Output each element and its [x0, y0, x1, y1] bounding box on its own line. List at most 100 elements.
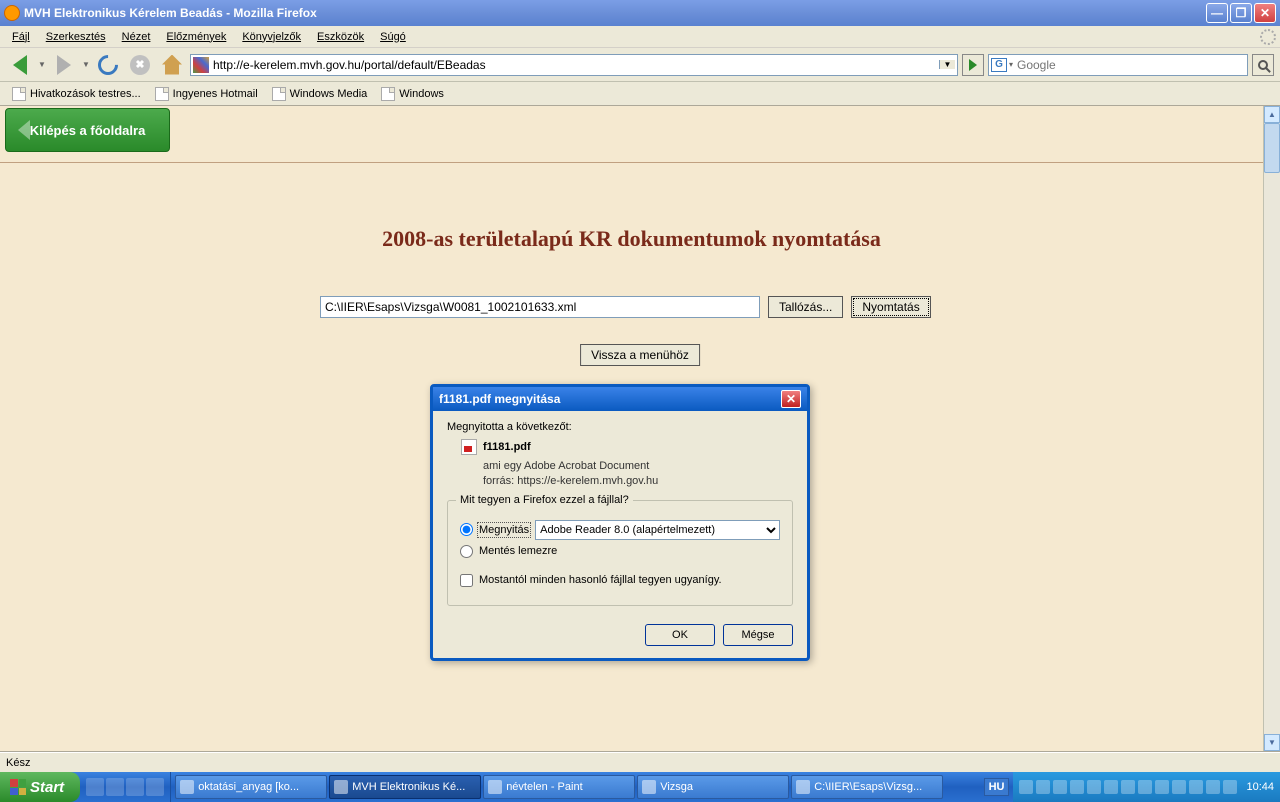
close-button[interactable]: ✕ [1254, 3, 1276, 23]
ql-icon[interactable] [146, 778, 164, 796]
option-save-row: Mentés lemezre [460, 545, 780, 558]
search-button[interactable] [1252, 54, 1274, 76]
tray-icon[interactable] [1121, 780, 1135, 794]
menu-view[interactable]: Nézet [114, 29, 159, 45]
start-button[interactable]: Start [0, 772, 80, 802]
dialog-close-button[interactable]: ✕ [781, 390, 801, 408]
tray-icon[interactable] [1104, 780, 1118, 794]
app-icon [796, 780, 810, 794]
menu-bookmarks[interactable]: Könyvjelzők [234, 29, 309, 45]
window-titlebar: MVH Elektronikus Kérelem Beadás - Mozill… [0, 0, 1280, 26]
option-save-radio[interactable] [460, 545, 473, 558]
tray-icon[interactable] [1189, 780, 1203, 794]
navigation-toolbar: ▼ ▼ ✖ ▼ G▾ [0, 48, 1280, 82]
ql-icon[interactable] [106, 778, 124, 796]
forward-button[interactable] [50, 51, 78, 79]
url-dropdown[interactable]: ▼ [939, 60, 955, 69]
exit-main-button[interactable]: Kilépés a főoldalra [5, 108, 170, 152]
stop-button[interactable]: ✖ [126, 51, 154, 79]
back-dropdown[interactable]: ▼ [38, 60, 46, 69]
window-title: MVH Elektronikus Kérelem Beadás - Mozill… [24, 6, 317, 20]
task-button[interactable]: MVH Elektronikus Ké... [329, 775, 481, 799]
minimize-button[interactable]: — [1206, 3, 1228, 23]
dialog-ok-button[interactable]: OK [645, 624, 715, 646]
url-input[interactable] [213, 58, 939, 72]
tray-icon[interactable] [1070, 780, 1084, 794]
tray-icon[interactable] [1138, 780, 1152, 794]
tray-icon[interactable] [1036, 780, 1050, 794]
app-icon [642, 780, 656, 794]
menu-file[interactable]: Fájl [4, 29, 38, 45]
remember-checkbox[interactable] [460, 574, 473, 587]
option-open-label[interactable]: Megnyitás [479, 524, 529, 536]
tray-icon[interactable] [1172, 780, 1186, 794]
google-icon[interactable]: G [991, 58, 1007, 72]
back-to-menu-button[interactable]: Vissza a menühöz [580, 344, 700, 366]
windows-logo-icon [10, 779, 26, 795]
menu-history[interactable]: Előzmények [158, 29, 234, 45]
download-dialog: f1181.pdf megnyitása ✕ Megnyitotta a köv… [430, 384, 810, 661]
home-button[interactable] [158, 51, 186, 79]
scroll-down-button[interactable]: ▼ [1264, 734, 1280, 751]
pdf-icon [461, 439, 477, 455]
bookmark-item[interactable]: Windows Media [266, 85, 374, 103]
bookmark-item[interactable]: Ingyenes Hotmail [149, 85, 264, 103]
tray-icon[interactable] [1223, 780, 1237, 794]
back-button[interactable] [6, 51, 34, 79]
file-path-input[interactable] [320, 296, 760, 318]
page-icon [155, 87, 169, 101]
print-button[interactable]: Nyomtatás [851, 296, 930, 318]
divider [0, 162, 1263, 163]
app-icon [180, 780, 194, 794]
browse-button[interactable]: Tallózás... [768, 296, 843, 318]
dialog-titlebar[interactable]: f1181.pdf megnyitása ✕ [433, 387, 807, 411]
dialog-opened-text: Megnyitotta a következőt: [447, 421, 793, 433]
go-button[interactable] [962, 54, 984, 76]
search-bar[interactable]: G▾ [988, 54, 1248, 76]
language-indicator[interactable]: HU [984, 778, 1010, 796]
menu-edit[interactable]: Szerkesztés [38, 29, 114, 45]
menu-bar: Fájl Szerkesztés Nézet Előzmények Könyvj… [0, 26, 1280, 48]
arrow-left-icon [18, 120, 30, 140]
dialog-filename-row: f1181.pdf [461, 439, 793, 455]
tray-icon[interactable] [1155, 780, 1169, 794]
throbber-icon [1260, 29, 1276, 45]
scroll-up-button[interactable]: ▲ [1264, 106, 1280, 123]
taskbar: Start oktatási_anyag [ko... MVH Elektron… [0, 772, 1280, 802]
task-buttons: oktatási_anyag [ko... MVH Elektronikus K… [171, 772, 979, 802]
reload-button[interactable] [94, 51, 122, 79]
search-input[interactable] [1017, 58, 1245, 72]
page-content: ▲ ▼ Kilépés a főoldalra 2008-as területa… [0, 106, 1280, 752]
site-favicon [193, 57, 209, 73]
option-open-row: Megnyitás Adobe Reader 8.0 (alapértelmez… [460, 520, 780, 540]
open-with-select[interactable]: Adobe Reader 8.0 (alapértelmezett) [535, 520, 780, 540]
url-bar[interactable]: ▼ [190, 54, 958, 76]
forward-dropdown[interactable]: ▼ [82, 60, 90, 69]
ql-icon[interactable] [86, 778, 104, 796]
scroll-thumb[interactable] [1264, 123, 1280, 173]
tray-icon[interactable] [1019, 780, 1033, 794]
task-button[interactable]: oktatási_anyag [ko... [175, 775, 327, 799]
status-text: Kész [6, 757, 30, 769]
remember-label[interactable]: Mostantól minden hasonló fájllal tegyen … [479, 574, 722, 586]
option-save-label[interactable]: Mentés lemezre [479, 545, 557, 557]
menu-help[interactable]: Súgó [372, 29, 414, 45]
scrollbar[interactable]: ▲ ▼ [1263, 106, 1280, 751]
dialog-meta: ami egy Adobe Acrobat Document forrás: h… [483, 459, 793, 490]
maximize-button[interactable]: ❐ [1230, 3, 1252, 23]
dialog-cancel-button[interactable]: Mégse [723, 624, 793, 646]
tray-icon[interactable] [1053, 780, 1067, 794]
bookmark-item[interactable]: Windows [375, 85, 450, 103]
tray-icon[interactable] [1206, 780, 1220, 794]
task-button[interactable]: Vizsga [637, 775, 789, 799]
menu-tools[interactable]: Eszközök [309, 29, 372, 45]
option-open-radio[interactable] [460, 523, 473, 536]
task-button[interactable]: névtelen - Paint [483, 775, 635, 799]
bookmark-item[interactable]: Hivatkozások testres... [6, 85, 147, 103]
status-bar: Kész [0, 752, 1280, 772]
clock[interactable]: 10:44 [1246, 781, 1274, 793]
ql-icon[interactable] [126, 778, 144, 796]
tray-icon[interactable] [1087, 780, 1101, 794]
task-button[interactable]: C:\IIER\Esaps\Vizsg... [791, 775, 943, 799]
page-icon [272, 87, 286, 101]
